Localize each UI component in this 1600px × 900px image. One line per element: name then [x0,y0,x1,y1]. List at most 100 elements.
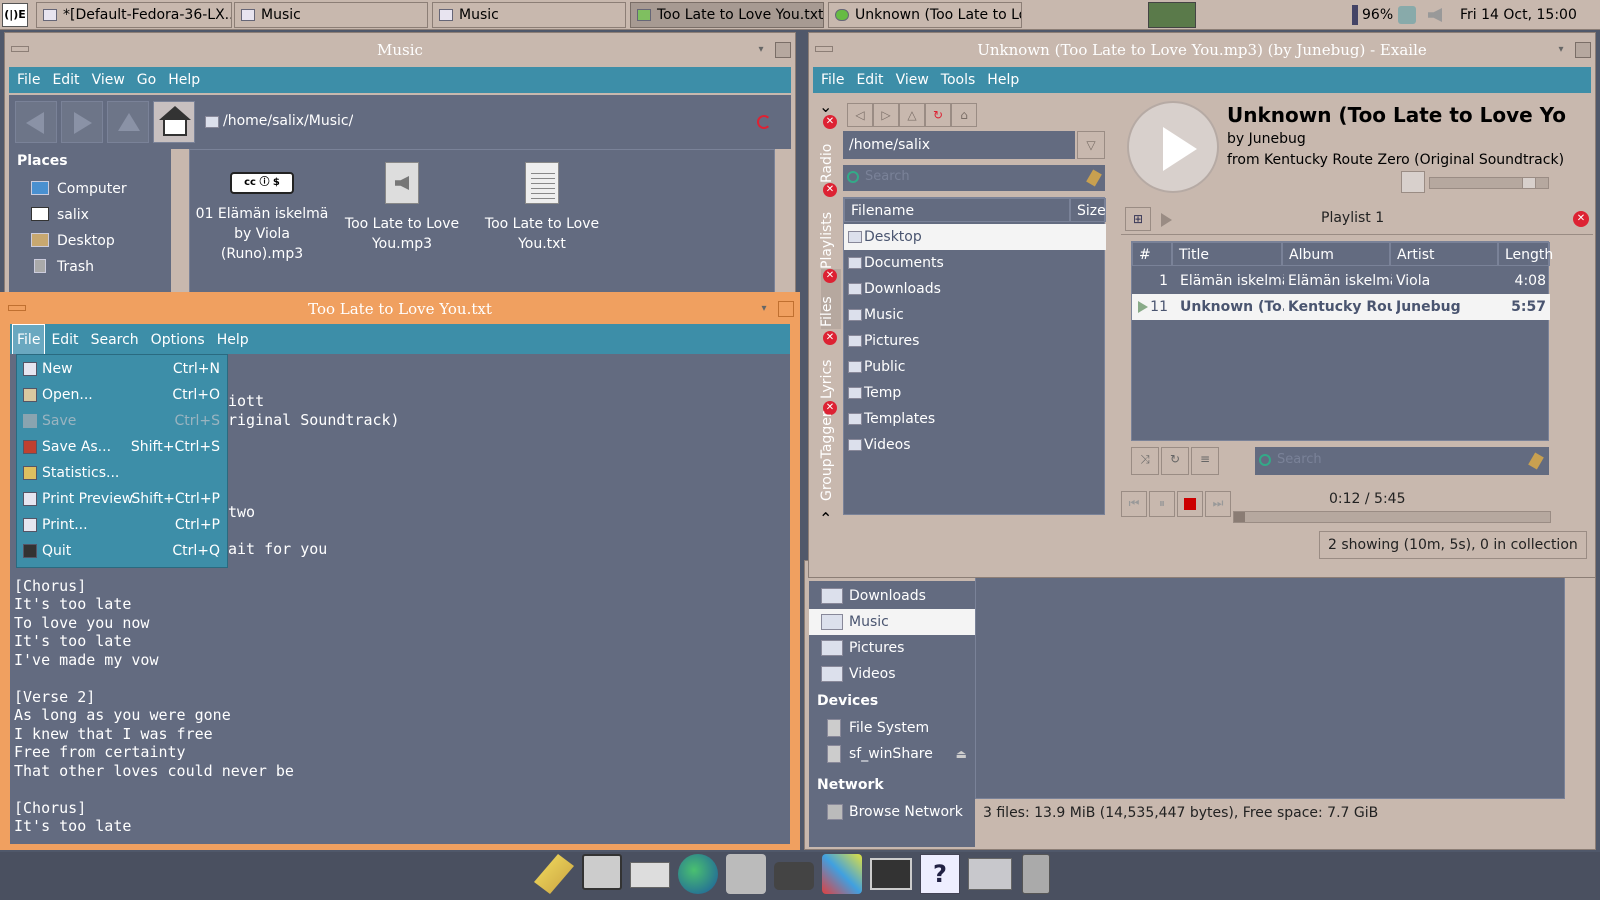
minimize-button[interactable]: ▾ [756,301,772,317]
chevron-up-icon[interactable]: ⌃ [819,509,832,528]
window-menu-button[interactable] [815,46,833,52]
start-button[interactable]: (|)E [2,3,28,27]
maximize-button[interactable] [778,301,794,317]
forward-button[interactable]: ▷ [873,103,899,127]
search-launcher-icon[interactable] [534,854,574,894]
side-item-downloads[interactable]: Downloads [817,583,973,609]
column-length[interactable]: Length [1498,242,1553,266]
menu-edit[interactable]: Edit [45,325,84,355]
menu-edit[interactable]: Edit [46,67,85,93]
up-button[interactable]: △ [899,103,925,127]
help-launcher-icon[interactable]: ? [920,854,960,894]
path-dropdown-button[interactable]: ▽ [1077,131,1105,159]
column-album[interactable]: Album [1282,242,1390,266]
menu-help[interactable]: Help [162,67,206,93]
menu-item-new[interactable]: New Ctrl+N [20,356,224,382]
tab-radio[interactable]: ✕ Radio [819,115,841,185]
place-desktop[interactable]: Desktop [31,229,115,253]
folder-row[interactable]: Templates [844,406,1106,432]
place-salix[interactable]: salix [31,203,89,227]
back-button[interactable]: ◁ [847,103,873,127]
home-icon[interactable]: ⌂ [951,103,977,127]
reload-icon[interactable] [757,115,771,129]
folder-row[interactable]: Public [844,354,1106,380]
menu-view[interactable]: View [86,67,131,93]
menu-edit[interactable]: Edit [850,67,889,93]
maximize-button[interactable] [1575,42,1591,58]
file-manager-titlebar[interactable]: Music ▾ [5,33,795,67]
tab-grouptagger[interactable]: ✕ GroupTagger [819,401,841,501]
device-filesystem[interactable]: File System [823,715,973,741]
files-path-input[interactable]: /home/salix [843,131,1075,159]
table-row[interactable]: 1 Elämän iskelmä Elämän iskelmä Viola 4:… [1132,268,1550,294]
tab-lyrics[interactable]: ✕ Lyrics [819,331,841,401]
side-item-pictures[interactable]: Pictures [817,635,973,661]
menu-item-print[interactable]: Print... Ctrl+P [20,512,224,538]
files-search-input[interactable]: Search [843,165,1105,191]
task-exaile[interactable]: Unknown (Too Late to Lo... [828,2,1022,28]
forward-button[interactable] [61,101,103,143]
file-item-viola[interactable]: cc ⓘ $ 01 Elämän iskelmä by Viola (Runo)… [192,172,332,264]
next-button[interactable]: ⏭ [1205,491,1231,517]
up-button[interactable] [107,101,149,143]
file-item-mp3[interactable]: Too Late to Love You.mp3 [332,162,472,254]
column-title[interactable]: Title [1172,242,1282,266]
place-computer[interactable]: Computer [31,177,127,201]
refresh-icon[interactable]: ↻ [925,103,951,127]
side-item-videos[interactable]: Videos [817,661,973,687]
stop-button[interactable] [1177,491,1203,517]
dynamic-button[interactable]: ≡ [1191,447,1219,475]
menu-options[interactable]: Options [145,325,211,355]
play-pause-big-button[interactable] [1127,101,1219,193]
folder-row[interactable]: Downloads [844,276,1106,302]
folder-row[interactable]: Videos [844,432,1106,458]
table-row[interactable]: 11 Unknown (To... Kentucky Rou... Junebu… [1132,294,1550,320]
shuffle-button[interactable]: ⤨ [1131,447,1159,475]
home-button[interactable] [153,101,195,143]
menu-item-save-as[interactable]: Save As... Shift+Ctrl+S [20,434,224,460]
volume-slider[interactable] [1429,177,1549,189]
mute-button[interactable] [1401,171,1425,193]
tab-files[interactable]: ✕ Files [819,269,841,329]
pause-button[interactable]: ⏸ [1149,491,1175,517]
menu-go[interactable]: Go [131,67,162,93]
camera-launcher-icon[interactable] [774,862,814,890]
menu-item-open[interactable]: Open... Ctrl+O [20,382,224,408]
playlist-tab-label[interactable]: Playlist 1 [1321,210,1384,226]
back-button[interactable] [15,101,57,143]
task-music-2[interactable]: Music [432,2,626,28]
new-playlist-button[interactable]: ⊞ [1125,207,1151,231]
clear-icon[interactable] [1528,452,1544,470]
column-size[interactable]: Size [1070,198,1106,222]
minimize-button[interactable]: ▾ [753,42,769,58]
window-menu-button[interactable] [11,46,29,52]
close-icon[interactable]: ✕ [823,331,837,345]
playlist-search-input[interactable]: Search [1255,447,1549,475]
volume-icon[interactable] [1428,8,1442,22]
column-artist[interactable]: Artist [1390,242,1498,266]
menu-item-statistics[interactable]: Statistics... [20,460,224,486]
file-item-txt[interactable]: Too Late to Love You.txt [472,162,612,254]
paint-launcher-icon[interactable] [822,854,862,894]
previous-button[interactable]: ⏮ [1121,491,1147,517]
close-icon[interactable]: ✕ [823,269,837,283]
mail-launcher-icon[interactable] [630,862,670,888]
menu-file[interactable]: File [12,324,46,356]
task-terminal[interactable]: *[Default-Fedora-36-LX... [36,2,232,28]
menu-view[interactable]: View [890,67,935,93]
folder-row[interactable]: Music [844,302,1106,328]
repeat-button[interactable]: ↻ [1161,447,1189,475]
menu-item-print-preview[interactable]: Print Preview Shift+Ctrl+P [20,486,224,512]
folder-row[interactable]: Pictures [844,328,1106,354]
tab-playlists[interactable]: ✕ Playlists [819,183,841,273]
clear-icon[interactable] [1086,169,1102,187]
menu-tools[interactable]: Tools [935,67,982,93]
folder-row[interactable]: Temp [844,380,1106,406]
close-icon[interactable]: ✕ [1573,211,1589,227]
menu-file[interactable]: File [813,67,850,93]
settings-launcher-icon[interactable] [726,854,766,894]
menu-search[interactable]: Search [85,325,145,355]
close-icon[interactable]: ✕ [823,183,837,197]
chevron-down-icon[interactable]: ⌄ [819,97,832,116]
task-music-1[interactable]: Music [234,2,428,28]
